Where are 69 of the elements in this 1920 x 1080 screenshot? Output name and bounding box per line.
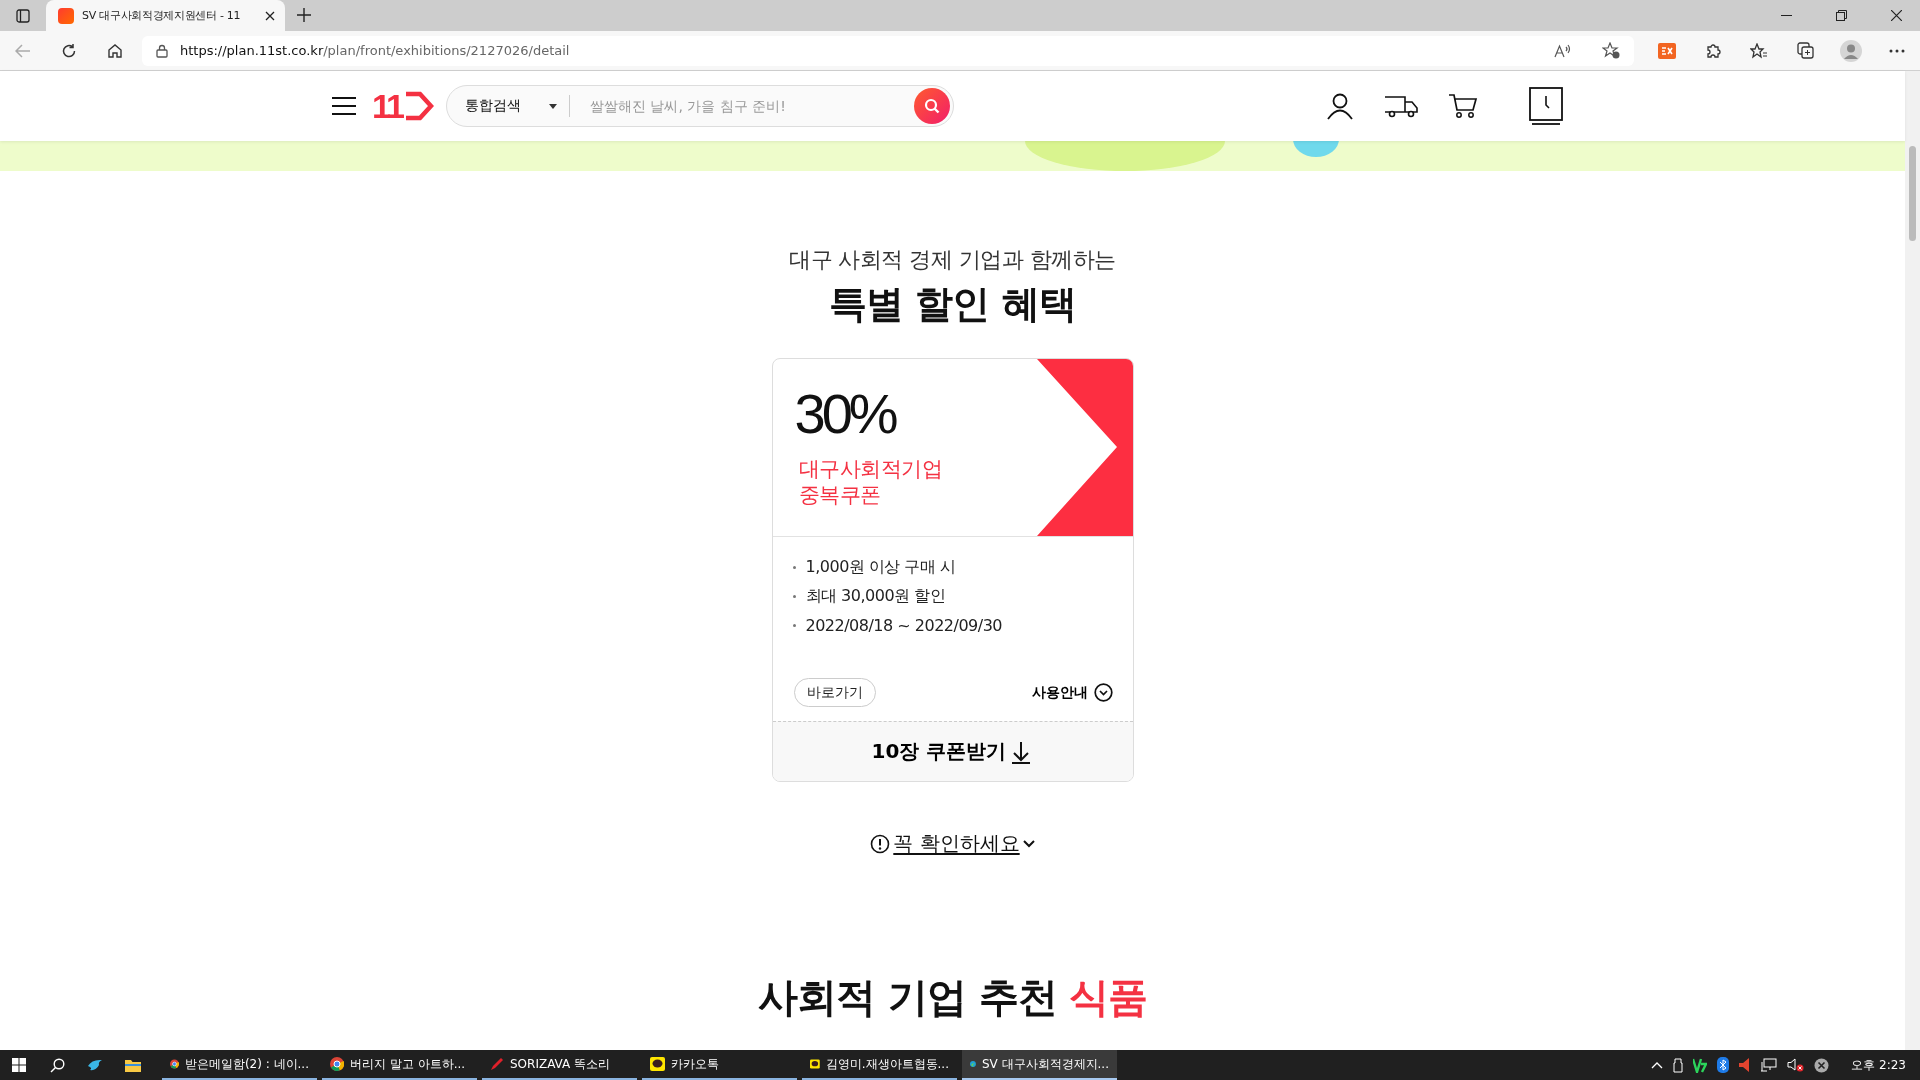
usb-drive-icon[interactable] — [1673, 1057, 1684, 1073]
cart-icon[interactable] — [1447, 92, 1478, 120]
close-circle-icon[interactable] — [1814, 1057, 1830, 1073]
browser-tab[interactable]: SV 대구사회적경제지원센터 - 11 — [46, 0, 285, 31]
start-icon[interactable] — [12, 1058, 26, 1072]
address-bar-url[interactable]: https://plan.11st.co.kr/plan/front/exhibitions/2127026/detail — [180, 43, 570, 58]
extension-icon[interactable] — [1658, 42, 1676, 59]
chat-icon — [650, 1057, 665, 1071]
truck-icon[interactable] — [1383, 93, 1418, 119]
site-favicon-icon — [58, 7, 74, 24]
new-tab-icon[interactable] — [297, 8, 311, 22]
tab-actions-icon[interactable] — [16, 9, 30, 23]
lock-icon[interactable] — [156, 43, 168, 58]
read-aloud-icon[interactable] — [1554, 43, 1572, 58]
user-icon[interactable] — [1325, 92, 1354, 120]
menu-icon[interactable] — [332, 96, 356, 116]
section-title-highlight: 식품 — [1068, 972, 1147, 1022]
taskbar-window-button[interactable]: 받은메일함(2) : 네이... — [162, 1050, 317, 1080]
speaker-icon[interactable] — [1739, 1058, 1752, 1072]
search-icon[interactable] — [49, 1057, 65, 1073]
collections-icon[interactable] — [1796, 42, 1814, 59]
volume-muted-icon[interactable] — [1787, 1058, 1805, 1072]
promo-subtitle: 대구 사회적 경제 기업과 함께하는 — [789, 246, 1116, 274]
browser-icon — [170, 1057, 179, 1071]
notice-link[interactable]: 꼭 확인하세요 — [870, 830, 1035, 857]
pen-icon — [490, 1057, 504, 1071]
discount-rate: 30% — [794, 381, 895, 446]
favorites-icon[interactable] — [1750, 42, 1768, 59]
promo-title: 특별 할인 혜택 — [828, 281, 1077, 328]
coupon-name: 대구사회적기업 중복쿠폰 — [798, 456, 942, 508]
chat-icon — [810, 1057, 820, 1071]
search-bar[interactable]: 통합검색 쌀쌀해진 날씨, 가을 침구 준비! — [445, 85, 954, 127]
chevron-down-icon — [1022, 839, 1035, 848]
coupon-condition: 최대 30,000원 할인 — [805, 586, 946, 607]
coupon-condition: 1,000원 이상 구매 시 — [805, 557, 956, 578]
taskbar-window-button[interactable]: 버리지 말고 아트하... — [322, 1050, 477, 1080]
scrollbar[interactable] — [1905, 71, 1920, 1050]
close-icon[interactable] — [1891, 10, 1902, 21]
profile-avatar-icon[interactable] — [1840, 39, 1862, 62]
taskbar-window-button[interactable]: 김영미.재생아트협동... — [802, 1050, 957, 1080]
recent-history-icon[interactable] — [1527, 87, 1564, 125]
usage-guide-button[interactable]: 사용안내 — [1031, 683, 1113, 702]
refresh-icon[interactable] — [61, 42, 77, 59]
browser-icon — [330, 1057, 344, 1071]
shortcut-button[interactable]: 바로가기 — [793, 678, 876, 707]
section-title: 사회적 기업 추천 — [758, 972, 1057, 1022]
caret-icon — [548, 103, 557, 109]
search-category-dropdown[interactable]: 통합검색 — [464, 86, 557, 126]
more-icon[interactable] — [1889, 48, 1905, 53]
site-logo[interactable]: 11 — [372, 89, 434, 123]
chevron-up-icon[interactable] — [1651, 1061, 1664, 1069]
search-icon — [923, 98, 940, 114]
network-icon[interactable] — [1761, 1058, 1778, 1072]
add-favorite-icon[interactable] — [1602, 42, 1620, 59]
taskbar-clock[interactable]: 오후 2:23 — [1851, 1056, 1906, 1074]
restore-icon[interactable] — [1836, 10, 1847, 21]
coupon-condition: 2022/08/18 ~ 2022/09/30 — [805, 616, 1002, 635]
chevron-down-circle-icon — [1093, 683, 1113, 702]
taskbar-window-button[interactable]: SV 대구사회적경제지... — [962, 1050, 1117, 1080]
taskbar-window-button[interactable]: 카카오톡 — [642, 1050, 797, 1080]
taskbar-window-button[interactable]: SORIZAVA 똑소리 — [482, 1050, 637, 1080]
info-icon — [870, 833, 891, 854]
bluetooth-icon[interactable] — [1717, 1057, 1730, 1073]
puzzle-icon[interactable] — [1705, 42, 1721, 59]
home-icon[interactable] — [107, 42, 123, 59]
close-icon[interactable] — [265, 10, 275, 21]
search-button[interactable] — [913, 88, 950, 124]
folder-icon[interactable] — [125, 1058, 141, 1072]
coupon-download-button[interactable]: 10장 쿠폰받기 — [772, 721, 1133, 781]
